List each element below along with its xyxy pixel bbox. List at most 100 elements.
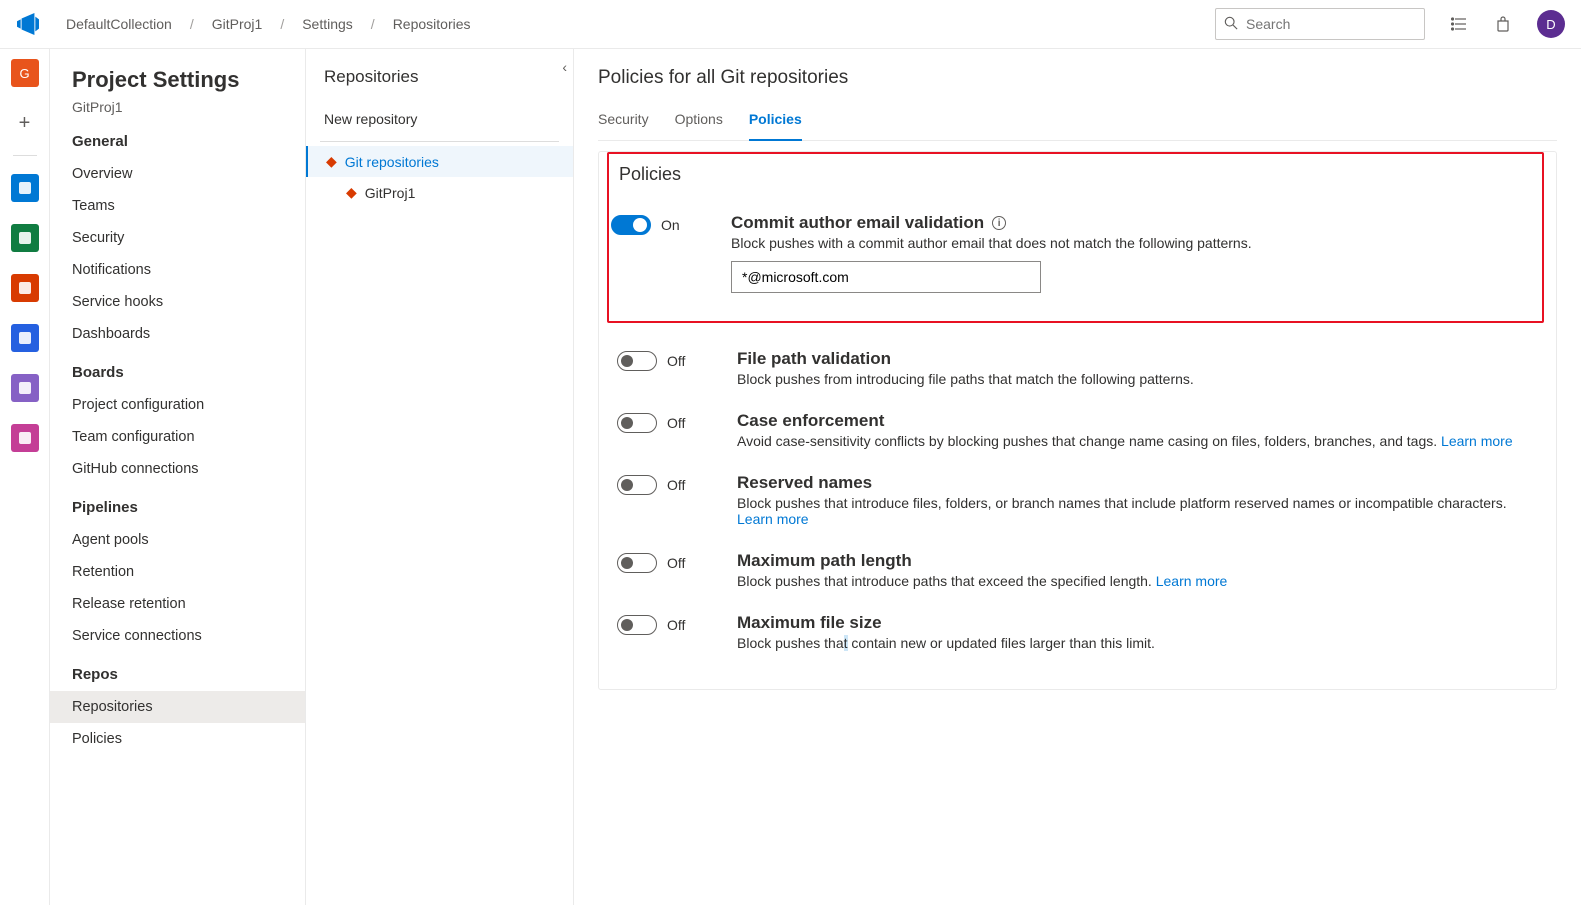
policy-title: Maximum file size <box>737 613 1538 633</box>
search-input[interactable] <box>1244 15 1429 33</box>
page-title: Project Settings <box>72 67 305 93</box>
toggle-state-label: Off <box>667 617 685 633</box>
nav-item-teams[interactable]: Teams <box>50 190 305 222</box>
breadcrumb-sep: / <box>365 12 381 36</box>
repos-icon[interactable] <box>11 274 39 302</box>
repositories-heading: Repositories <box>324 67 573 87</box>
breadcrumb-item[interactable]: Settings <box>296 12 359 36</box>
toggle-state-label: Off <box>667 353 685 369</box>
list-icon[interactable] <box>1449 14 1469 34</box>
nav-item-service-hooks[interactable]: Service hooks <box>50 286 305 318</box>
nav-item-release-retention[interactable]: Release retention <box>50 588 305 620</box>
policy-title: Maximum path length <box>737 551 1538 571</box>
breadcrumb-sep: / <box>184 12 200 36</box>
learn-more-link[interactable]: Learn more <box>737 511 809 527</box>
policy-toggle[interactable] <box>617 413 657 433</box>
policy-title: Reserved names <box>737 473 1538 493</box>
node-label: Git repositories <box>345 154 439 170</box>
nav-item-service-connections[interactable]: Service connections <box>50 620 305 652</box>
nav-item-project-configuration[interactable]: Project configuration <box>50 389 305 421</box>
policy-row: Off Maximum path length Block pushes that … <box>617 537 1538 599</box>
policy-row: Off Reserved namesBlock pushes that intro… <box>617 459 1538 537</box>
toggle-state-label: Off <box>667 555 685 571</box>
content-pane: Policies for all Git repositories Securi… <box>574 49 1581 905</box>
breadcrumb-item[interactable]: DefaultCollection <box>60 12 178 36</box>
repositories-panel: ‹ Repositories New repository ◆ Git repo… <box>306 49 574 905</box>
policy-row: Off Case enforcement Avoid case-sensitivit… <box>617 397 1538 459</box>
policies-card-title: Policies <box>611 164 1528 185</box>
collapse-panel-icon[interactable]: ‹ <box>562 59 567 75</box>
tab-options[interactable]: Options <box>675 105 723 140</box>
nav-item-overview[interactable]: Overview <box>50 158 305 190</box>
nav-item-dashboards[interactable]: Dashboards <box>50 318 305 350</box>
add-icon[interactable]: + <box>11 109 39 137</box>
policy-description: Avoid case-sensitivity conflicts by bloc… <box>737 433 1538 449</box>
learn-more-link[interactable]: Learn more <box>1156 573 1228 589</box>
policy-title: Case enforcement <box>737 411 1538 431</box>
nav-group-heading: General <box>72 133 305 150</box>
rail-separator <box>13 155 37 156</box>
breadcrumb-item[interactable]: GitProj1 <box>206 12 269 36</box>
nav-item-repositories[interactable]: Repositories <box>50 691 305 723</box>
azure-devops-logo-icon[interactable] <box>16 12 40 36</box>
policy-toggle[interactable] <box>617 475 657 495</box>
toggle-state-label: Off <box>667 477 685 493</box>
nav-item-notifications[interactable]: Notifications <box>50 254 305 286</box>
content-tabs: Security Options Policies <box>598 105 1557 141</box>
tab-policies[interactable]: Policies <box>749 105 802 141</box>
boards-icon[interactable] <box>11 224 39 252</box>
top-bar: DefaultCollection / GitProj1 / Settings … <box>0 0 1581 49</box>
policy-description: Block pushes that introduce files, folde… <box>737 495 1538 527</box>
policy-title: File path validation <box>737 349 1538 369</box>
nav-item-github-connections[interactable]: GitHub connections <box>50 453 305 485</box>
new-repository-link[interactable]: New repository <box>306 101 573 137</box>
policies-card: Policies On Commit author email validation… <box>598 151 1557 690</box>
nav-item-policies[interactable]: Policies <box>50 723 305 755</box>
git-icon: ◆ <box>346 184 357 201</box>
git-repositories-node[interactable]: ◆ Git repositories <box>306 146 573 177</box>
nav-item-team-configuration[interactable]: Team configuration <box>50 421 305 453</box>
policy-toggle[interactable] <box>617 351 657 371</box>
policy-row: Off Maximum file size Block pushes that co… <box>617 599 1538 661</box>
nav-group-heading: Boards <box>72 364 305 381</box>
divider <box>320 141 559 142</box>
breadcrumb-item[interactable]: Repositories <box>387 12 477 36</box>
nav-group-heading: Pipelines <box>72 499 305 516</box>
user-avatar[interactable]: D <box>1537 10 1565 38</box>
policy-toggle[interactable] <box>617 615 657 635</box>
policy-title: Commit author email validationi <box>731 213 1528 233</box>
pipelines-icon[interactable] <box>11 324 39 352</box>
nav-item-security[interactable]: Security <box>50 222 305 254</box>
email-pattern-input[interactable] <box>731 261 1041 293</box>
overview-icon[interactable] <box>11 174 39 202</box>
git-icon: ◆ <box>326 153 337 170</box>
policy-description: Block pushes that introduce paths that e… <box>737 573 1538 589</box>
policy-row: On Commit author email validationi Block p… <box>611 199 1528 303</box>
nav-rail: G+ <box>0 49 50 905</box>
policy-row: OffFile path validationBlock pushes from… <box>617 335 1538 397</box>
toggle-state-label: On <box>661 217 680 233</box>
tab-security[interactable]: Security <box>598 105 649 140</box>
toggle-state-label: Off <box>667 415 685 431</box>
policy-description: Block pushes with a commit author email … <box>731 235 1528 251</box>
learn-more-link[interactable]: Learn more <box>1441 433 1513 449</box>
nav-item-agent-pools[interactable]: Agent pools <box>50 524 305 556</box>
policy-description: Block pushes that contain new or updated… <box>737 635 1538 651</box>
policy-toggle[interactable] <box>611 215 651 235</box>
test-plans-icon[interactable] <box>11 374 39 402</box>
marketplace-icon[interactable] <box>1493 14 1513 34</box>
policy-toggle[interactable] <box>617 553 657 573</box>
info-icon[interactable]: i <box>992 216 1006 230</box>
search-icon <box>1224 16 1238 33</box>
repository-node[interactable]: ◆ GitProj1 <box>306 177 573 208</box>
node-label: GitProj1 <box>365 185 416 201</box>
highlight-annotation: Policies On Commit author email validation… <box>607 152 1544 323</box>
settings-nav: Project Settings GitProj1 GeneralOvervie… <box>50 49 306 905</box>
artifacts-icon[interactable] <box>11 424 39 452</box>
nav-group-heading: Repos <box>72 666 305 683</box>
breadcrumb: DefaultCollection / GitProj1 / Settings … <box>60 12 477 36</box>
nav-item-retention[interactable]: Retention <box>50 556 305 588</box>
search-box[interactable] <box>1215 8 1425 40</box>
content-title: Policies for all Git repositories <box>598 67 1557 89</box>
project-icon[interactable]: G <box>11 59 39 87</box>
